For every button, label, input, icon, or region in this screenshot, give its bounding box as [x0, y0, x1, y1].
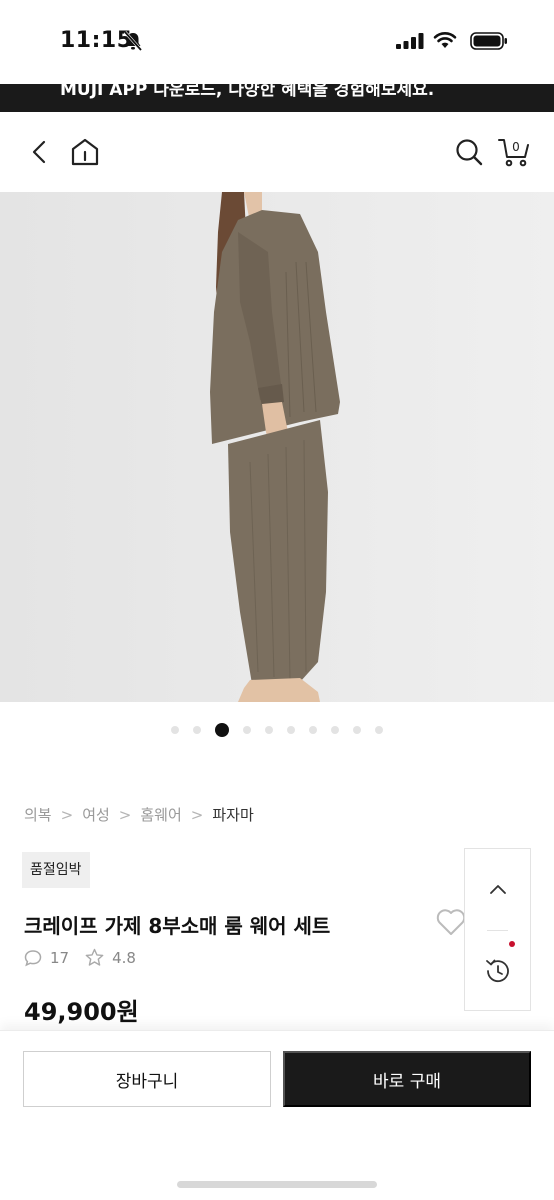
promo-text: MUJI APP 다운로드, 다양한 혜택을 경험해보세요.	[60, 84, 435, 100]
product-image[interactable]	[0, 192, 554, 702]
floating-side-panel	[464, 848, 531, 1011]
carousel-dot[interactable]	[309, 726, 317, 734]
chevron-up-icon	[489, 885, 506, 894]
svg-text:0: 0	[512, 140, 520, 154]
star-icon	[85, 948, 104, 966]
review-count: 17	[50, 948, 70, 967]
breadcrumb-item-homewear[interactable]: 홈웨어	[140, 804, 181, 825]
rating-value: 4.8	[112, 948, 136, 967]
signal-icon	[396, 33, 424, 53]
carousel-dot[interactable]	[375, 726, 383, 734]
breadcrumb-item-clothing[interactable]: 의복	[24, 804, 52, 825]
carousel-dot[interactable]	[265, 726, 273, 734]
status-bar: 11:15	[0, 0, 554, 84]
low-stock-badge: 품절임박	[22, 852, 90, 888]
breadcrumb: 의복 > 여성 > 홈웨어 > 파자마	[24, 804, 254, 825]
carousel-indicator[interactable]	[0, 722, 554, 738]
carousel-dot[interactable]	[243, 726, 251, 734]
home-icon	[71, 138, 99, 166]
carousel-dot-active[interactable]	[215, 723, 229, 737]
product-price: 49,900원	[24, 998, 139, 1026]
search-icon	[456, 139, 483, 166]
heart-icon	[436, 909, 466, 935]
recent-history-button[interactable]	[465, 931, 530, 1011]
battery-icon	[470, 32, 508, 54]
chevron-right-icon: >	[118, 805, 132, 824]
breadcrumb-item-women[interactable]: 여성	[82, 804, 110, 825]
scroll-top-button[interactable]	[465, 849, 530, 929]
carousel-dot[interactable]	[287, 726, 295, 734]
product-title: 크레이프 가제 8부소매 룸 웨어 세트	[24, 914, 331, 938]
buy-now-button[interactable]: 바로 구매	[283, 1051, 531, 1107]
carousel-dot[interactable]	[331, 726, 339, 734]
breadcrumb-item-pajama[interactable]: 파자마	[212, 804, 253, 825]
top-nav-bar: 0	[0, 112, 554, 192]
status-time: 11:15	[60, 28, 133, 53]
back-button[interactable]	[22, 134, 58, 170]
home-button[interactable]	[67, 134, 103, 170]
back-icon	[32, 140, 46, 164]
review-rating-row[interactable]: 17 4.8	[24, 948, 152, 967]
home-indicator	[177, 1181, 377, 1188]
cart-icon: 0	[498, 139, 529, 167]
wishlist-button[interactable]	[436, 908, 466, 940]
carousel-dot[interactable]	[353, 726, 361, 734]
carousel-dot[interactable]	[171, 726, 179, 734]
bell-slash-icon	[123, 31, 143, 55]
chevron-right-icon: >	[60, 805, 74, 824]
wifi-icon	[433, 31, 457, 53]
cart-button[interactable]: 0	[496, 134, 532, 170]
history-icon	[485, 959, 509, 983]
add-to-cart-button[interactable]: 장바구니	[23, 1051, 271, 1107]
carousel-dot[interactable]	[193, 726, 201, 734]
comment-icon	[24, 949, 42, 966]
notification-dot	[509, 941, 515, 947]
bottom-action-bar: 장바구니 바로 구매	[0, 1030, 554, 1200]
chevron-right-icon: >	[190, 805, 204, 824]
promo-banner[interactable]: MUJI APP 다운로드, 다양한 혜택을 경험해보세요.	[0, 84, 554, 112]
search-button[interactable]	[451, 134, 487, 170]
